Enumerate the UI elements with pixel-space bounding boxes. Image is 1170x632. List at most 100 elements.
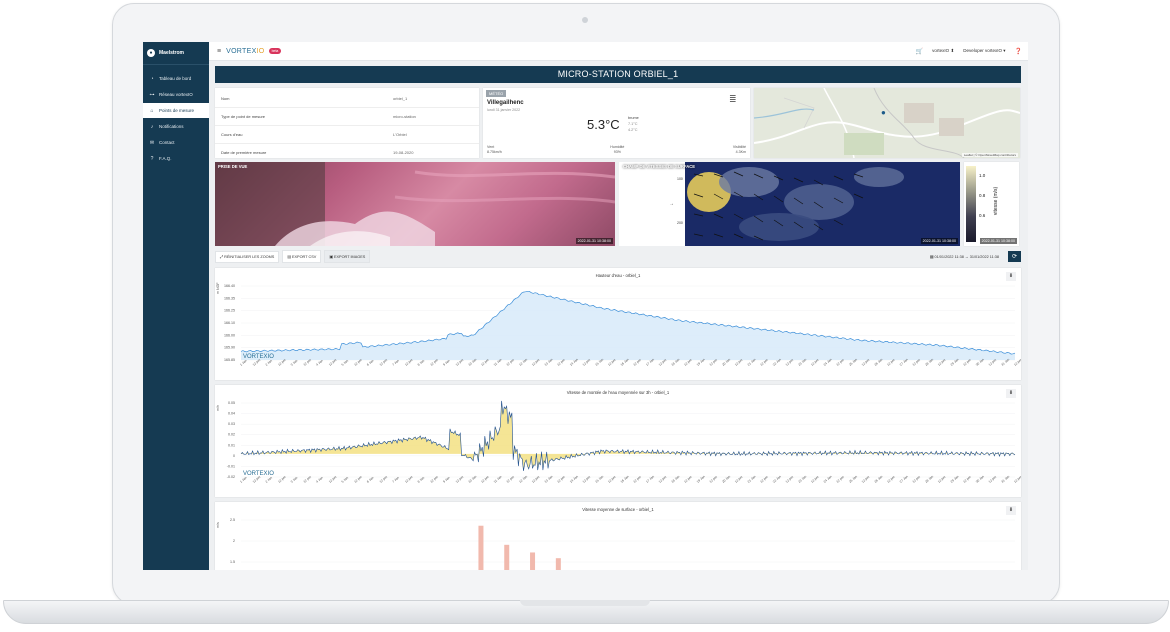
user-menu[interactable]: Developer vortexIO ▾ (963, 48, 1005, 54)
x-tick-label: 12 pm (303, 475, 313, 484)
wind-block: Vent 8.75km/h (487, 145, 502, 155)
info-label: Date de première mesure (221, 150, 267, 155)
x-tick-label: 21 Jan (747, 474, 757, 483)
sidebar-item-notifications[interactable]: ♪ Notifications (143, 119, 209, 134)
y-tick-label: 0.01 (228, 443, 235, 447)
info-row: Cours d'eau L'Orbiel (215, 126, 479, 144)
sidebar-item-network[interactable]: ⊶ Réseau vortexIO (143, 87, 209, 102)
x-tick-label: 12 pm (429, 475, 439, 484)
y-tick-label: 166.40 (224, 284, 235, 288)
x-tick-label: 27 Jan (899, 474, 909, 483)
app-name: Maelstrom (159, 50, 185, 56)
weather-footer: Vent 8.75km/h Humidité 93% Visibilité 4.3Km (487, 145, 746, 155)
mail-icon: ✉ (149, 139, 155, 146)
location-map[interactable]: ● Leaflet | © OpenStreetMap contributors (754, 88, 1020, 158)
app-screen: ● Maelstrom ◔ Tableau de bord ⊶ Réseau vor… (143, 42, 1028, 570)
surface-speed-bar (478, 525, 484, 570)
y-tick-label: 2.5 (230, 518, 235, 522)
y-tick-label: 0.04 (228, 412, 235, 416)
x-tick-label: 12 pm (607, 475, 617, 484)
webcam (582, 17, 588, 23)
info-value: L'Orbiel (393, 132, 407, 137)
map-marker-icon[interactable]: ● (881, 108, 886, 117)
reset-zoom-button[interactable]: ⤢ RÉINITIALISER LES ZOOMS (215, 250, 280, 263)
x-tick-label: 26 Jan (873, 474, 883, 483)
info-row: Date de première mesure 19-08-2020 (215, 144, 479, 161)
x-tick-label: 7 Jan (391, 476, 400, 484)
velocity-field-timestamp: 2022-01-31 10:38:00 (920, 238, 958, 244)
help-circle-icon[interactable]: ❓ (1015, 48, 1022, 55)
x-tick-label: 12 pm (861, 475, 871, 484)
snapshot-image (215, 162, 615, 246)
x-tick-label: 17 Jan (645, 474, 655, 483)
menu-icon[interactable]: ≡ (217, 48, 221, 55)
refresh-button[interactable]: ⟳ (1008, 251, 1021, 262)
y-tick-label: 0 (233, 454, 235, 458)
y-tick-label: 166.00 (224, 333, 235, 337)
x-tick-label: 12 pm (709, 475, 719, 484)
sidebar: ● Maelstrom ◔ Tableau de bord ⊶ Réseau vor… (143, 42, 209, 570)
colorbar-label: vitesse (m/s) (993, 186, 1000, 216)
y-tick-label: 2 (233, 539, 235, 543)
x-tick-label: 12 pm (912, 475, 922, 484)
weather-condition: brume (628, 116, 639, 120)
map-tiles (754, 88, 1020, 158)
sidebar-item-contact[interactable]: ✉ Contact (143, 135, 209, 150)
humidity-block: Humidité 93% (610, 145, 624, 155)
y-axis-unit: m/s (216, 522, 220, 528)
surface-speed-bar (555, 558, 561, 570)
x-tick-label: 6 Jan (366, 476, 375, 484)
sidebar-item-dashboard[interactable]: ◔ Tableau de bord (143, 71, 209, 86)
y-axis-unit: m/h (216, 405, 220, 411)
x-tick-label: 3 Jan (290, 476, 299, 484)
marker-icon: ⌂ (150, 107, 154, 114)
weather-city: Villegailhenc (487, 100, 524, 106)
x-tick-label: 9 Jan (442, 476, 451, 484)
x-tick-label: 24 Jan (823, 474, 833, 483)
camera-snapshot[interactable]: PRISE DE VUE 2022-01-31 10:38:00 (215, 162, 615, 246)
x-tick-label: 12 pm (810, 475, 820, 484)
beta-badge: beta (268, 48, 282, 54)
x-tick-label: 12 pm (455, 475, 465, 484)
export-csv-button[interactable]: ▤ EXPORT CSV (282, 250, 322, 263)
sidebar-item-label: Points de mesure (159, 108, 195, 113)
x-tick-label: 14 Jan (569, 474, 579, 483)
x-tick-label: 10 Jan (467, 474, 477, 483)
x-tick-label: 12 pm (683, 475, 693, 484)
x-tick-label: 12 pm (962, 475, 972, 484)
colorbar-timestamp: 2022-01-31 10:38:00 (979, 238, 1017, 244)
x-tick-label: 12 pm (556, 475, 566, 484)
export-images-label: EXPORT IMAGES (333, 255, 366, 259)
help-icon: ? (150, 155, 154, 162)
vortexio-logo[interactable]: VORTEXIO (226, 48, 264, 55)
cart-icon[interactable]: 🛒 (916, 48, 923, 55)
map-attribution[interactable]: Leaflet | © OpenStreetMap contributors (961, 153, 1018, 157)
weather-max: 7.1°C (628, 122, 638, 126)
snapshot-timestamp: 2022-01-31 10:38:00 (575, 238, 613, 244)
x-tick-label: 12 pm (328, 475, 338, 484)
x-tick-label: 12 pm (277, 475, 287, 484)
brand[interactable]: ● Maelstrom (143, 42, 209, 65)
account-label: vortexIO (932, 48, 950, 53)
chart-toolbar: ⤢ RÉINITIALISER LES ZOOMS ▤ EXPORT CSV ▣… (215, 250, 1021, 263)
sidebar-item-points[interactable]: ⌂ Points de mesure (143, 103, 209, 118)
info-label: Type de point de mesure (221, 114, 266, 119)
station-info-card: Nom orbiel_1 Type de point de mesure micro… (215, 88, 479, 158)
export-images-button[interactable]: ▣ EXPORT IMAGES (324, 250, 371, 263)
x-tick-label: 12 pm (632, 475, 642, 484)
date-range-label: 01/01/2022 11:38 → 31/01/2022 11:38 (934, 255, 999, 259)
y-tick-label: 0.03 (228, 422, 235, 426)
x-tick-label: 22 Jan (772, 474, 782, 483)
svg-text:200: 200 (677, 221, 683, 225)
date-range-picker[interactable]: ▦ 01/01/2022 11:38 → 31/01/2022 11:38 (930, 254, 999, 259)
surface-speed-bar (530, 552, 536, 570)
y-tick-label: 0.02 (228, 433, 235, 437)
water-drop-icon: ● (147, 49, 155, 57)
bell-icon: ♪ (150, 123, 154, 130)
main-content: MICRO-STATION ORBIEL_1 Nom orbiel_1 Type … (215, 66, 1021, 570)
surface-velocity-field[interactable]: 100 200 → CHAMP DE VITESSES DE SURFACE 2… (619, 162, 960, 246)
svg-text:→: → (669, 201, 674, 207)
reset-zoom-label: RÉINITIALISER LES ZOOMS (224, 254, 275, 259)
sidebar-item-faq[interactable]: ? F.A.Q. (143, 151, 209, 166)
account-select[interactable]: vortexIO ⬍ (932, 48, 954, 54)
